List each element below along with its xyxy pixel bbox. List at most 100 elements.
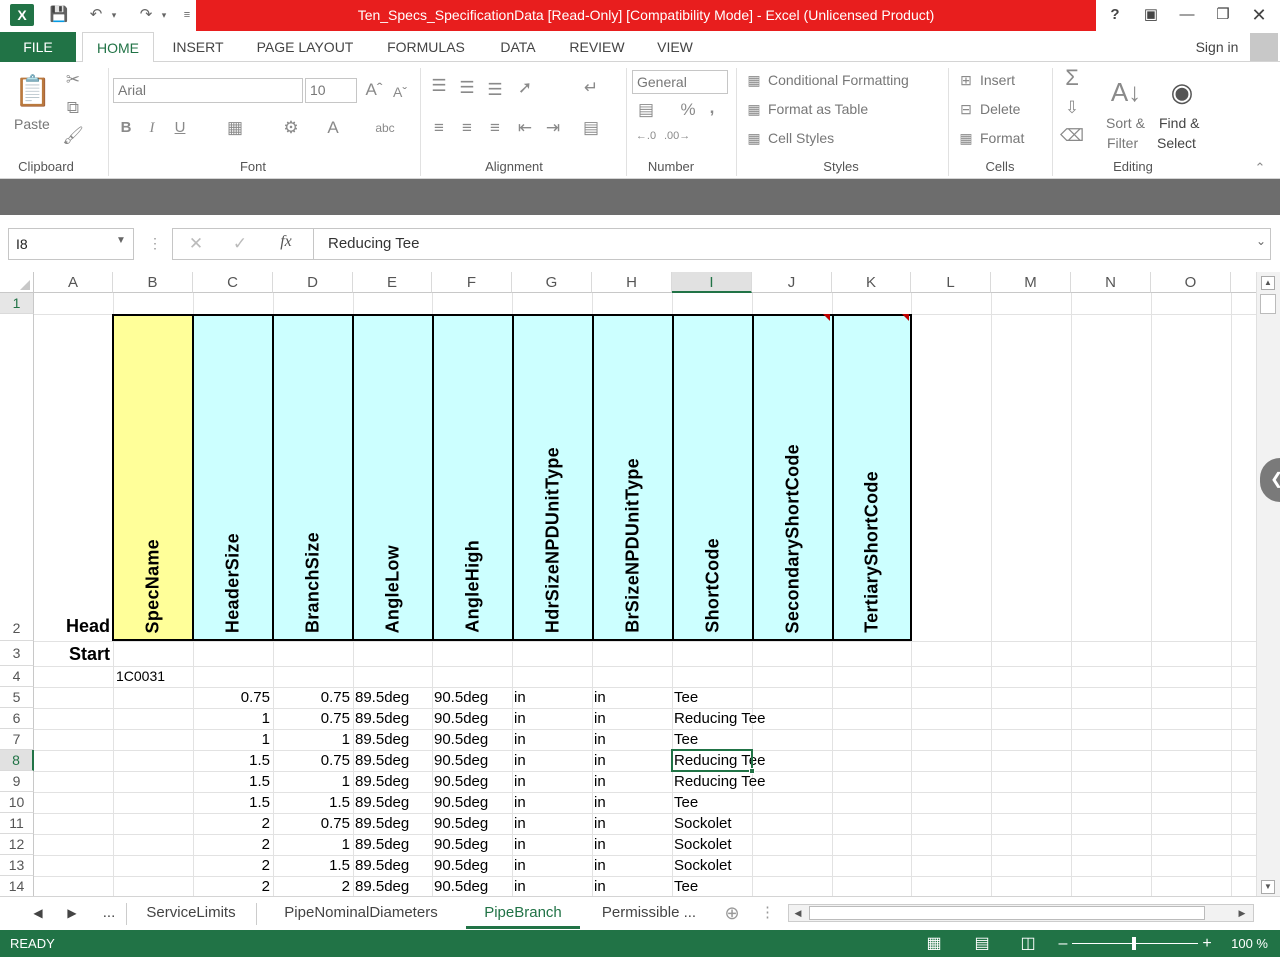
paste-button[interactable]: Paste xyxy=(14,115,50,133)
header-cell-secondaryshortcode[interactable]: SecondaryShortCode xyxy=(752,314,833,641)
cell-i[interactable]: Tee xyxy=(674,792,752,813)
cell-i[interactable]: Reducing Tee xyxy=(674,771,765,792)
cell-f[interactable]: 90.5deg xyxy=(434,813,512,834)
cell-g[interactable]: in xyxy=(514,834,592,855)
tab-home[interactable]: HOME xyxy=(82,32,154,63)
cell-i[interactable]: Tee xyxy=(674,729,752,750)
cell-d[interactable]: 2 xyxy=(273,876,353,896)
underline-button[interactable]: U xyxy=(170,118,190,138)
tab-page-layout[interactable]: PAGE LAYOUT xyxy=(244,32,366,62)
head-label[interactable]: Head xyxy=(34,616,110,637)
scroll-thumb[interactable] xyxy=(1260,294,1276,314)
cell-c[interactable]: 1.5 xyxy=(193,750,273,771)
row-header[interactable]: 9 xyxy=(0,771,34,792)
cell-g[interactable]: in xyxy=(514,750,592,771)
column-header[interactable]: O xyxy=(1151,272,1231,293)
cell-e[interactable]: 89.5deg xyxy=(355,729,432,750)
cell-c[interactable]: 2 xyxy=(193,855,273,876)
accounting-format-icon[interactable]: ▤ xyxy=(634,100,658,120)
align-right-icon[interactable]: ≡ xyxy=(484,118,506,138)
sheet-tab-splitter-icon[interactable]: ⋮ xyxy=(760,897,775,929)
cell-c[interactable]: 2 xyxy=(193,876,273,896)
cell-f[interactable]: 90.5deg xyxy=(434,792,512,813)
cell-f[interactable]: 90.5deg xyxy=(434,876,512,896)
cell-c[interactable]: 1.5 xyxy=(193,792,273,813)
cell-h[interactable]: in xyxy=(594,813,672,834)
increase-indent-icon[interactable]: ⇥ xyxy=(542,118,564,138)
italic-button[interactable]: I xyxy=(142,118,162,138)
comma-button[interactable]: , xyxy=(704,98,720,118)
tab-view[interactable]: VIEW xyxy=(646,32,704,62)
conditional-formatting-icon[interactable]: ▦ xyxy=(744,70,764,90)
find-select-icon[interactable]: ◉ xyxy=(1162,72,1202,112)
minimize-button[interactable]: — xyxy=(1172,2,1202,28)
cell-e[interactable]: 89.5deg xyxy=(355,792,432,813)
cell-c[interactable]: 1 xyxy=(193,708,273,729)
autosum-icon[interactable]: Σ xyxy=(1060,67,1084,89)
phonetic-icon[interactable]: abc xyxy=(374,118,396,138)
cell-e[interactable]: 89.5deg xyxy=(355,771,432,792)
row-header[interactable]: 2 xyxy=(0,314,34,641)
borders-icon[interactable]: ▦ xyxy=(224,118,246,138)
zoom-in-icon[interactable]: + xyxy=(1200,930,1214,957)
row-header[interactable]: 7 xyxy=(0,729,34,750)
cell-styles-icon[interactable]: ▦ xyxy=(744,128,764,148)
sheet-tab[interactable]: ServiceLimits xyxy=(130,897,252,929)
top-align-icon[interactable]: ☰ xyxy=(428,76,450,96)
name-box-dropdown-icon[interactable]: ▼ xyxy=(114,235,128,246)
column-header[interactable]: K xyxy=(832,272,911,293)
confirm-entry-icon[interactable]: ✓ xyxy=(230,234,250,254)
column-header-selected[interactable]: I xyxy=(672,272,752,293)
cell-f[interactable]: 90.5deg xyxy=(434,687,512,708)
font-color-icon[interactable]: A xyxy=(322,118,344,138)
cell-e[interactable]: 89.5deg xyxy=(355,687,432,708)
format-as-table-button[interactable]: Format as Table xyxy=(768,100,868,118)
cell-f[interactable]: 90.5deg xyxy=(434,708,512,729)
cell-i[interactable]: Sockolet xyxy=(674,834,752,855)
sort-filter-button[interactable]: Filter xyxy=(1107,134,1138,152)
active-cell-border[interactable] xyxy=(671,749,753,772)
redo-icon[interactable]: ↷ xyxy=(134,4,158,26)
wrap-text-icon[interactable]: ↵ xyxy=(580,78,602,98)
delete-cells-button[interactable]: Delete xyxy=(980,100,1020,118)
cell-c[interactable]: 1.5 xyxy=(193,771,273,792)
decrease-decimal-icon[interactable]: .00→ xyxy=(664,126,690,146)
number-format-select[interactable]: General xyxy=(632,70,728,94)
cell-h[interactable]: in xyxy=(594,729,672,750)
header-cell-headersize[interactable]: HeaderSize xyxy=(192,314,273,641)
header-cell-brsizenpdunittype[interactable]: BrSizeNPDUnitType xyxy=(592,314,673,641)
align-center-icon[interactable]: ≡ xyxy=(456,118,478,138)
start-label[interactable]: Start xyxy=(34,643,110,665)
row-header[interactable]: 3 xyxy=(0,641,34,666)
scroll-h-thumb[interactable] xyxy=(809,906,1205,920)
cell-g[interactable]: in xyxy=(514,771,592,792)
row-header[interactable]: 4 xyxy=(0,666,34,687)
undo-icon[interactable]: ↶ xyxy=(84,4,108,26)
row-header[interactable]: 12 xyxy=(0,834,34,855)
find-select-label[interactable]: Find & xyxy=(1159,114,1199,132)
page-break-view-icon[interactable]: ◫ xyxy=(1018,930,1038,957)
header-cell-specname[interactable]: SpecName xyxy=(112,314,193,641)
decrease-font-icon[interactable]: Aˇ xyxy=(390,82,410,102)
column-header[interactable]: F xyxy=(432,272,512,293)
worksheet-grid[interactable]: A B C D E F G H I J K L M N O 1 2 3 4 5 … xyxy=(0,272,1256,896)
column-header[interactable]: D xyxy=(273,272,353,293)
cancel-entry-icon[interactable]: ✕ xyxy=(186,234,206,254)
horizontal-scrollbar[interactable]: ◀ ▶ xyxy=(788,904,1254,922)
row-header[interactable]: 10 xyxy=(0,792,34,813)
cell-f[interactable]: 90.5deg xyxy=(434,855,512,876)
bottom-align-icon[interactable]: ☰ xyxy=(484,80,506,100)
cell-g[interactable]: in xyxy=(514,813,592,834)
fill-color-icon[interactable]: ⚙ xyxy=(280,118,302,138)
sheet-tab[interactable]: PipeNominalDiameters xyxy=(262,897,460,929)
cell-g[interactable]: in xyxy=(514,792,592,813)
cell-c[interactable]: 0.75 xyxy=(193,687,273,708)
undo-dropdown-icon[interactable]: ▾ xyxy=(108,4,120,26)
normal-view-icon[interactable]: ▦ xyxy=(924,930,944,957)
cell-h[interactable]: in xyxy=(594,771,672,792)
cell-e[interactable]: 89.5deg xyxy=(355,876,432,896)
cell-i[interactable]: Sockolet xyxy=(674,855,752,876)
decrease-indent-icon[interactable]: ⇤ xyxy=(514,118,536,138)
increase-font-icon[interactable]: Aˆ xyxy=(364,80,384,100)
cell-g[interactable]: in xyxy=(514,729,592,750)
